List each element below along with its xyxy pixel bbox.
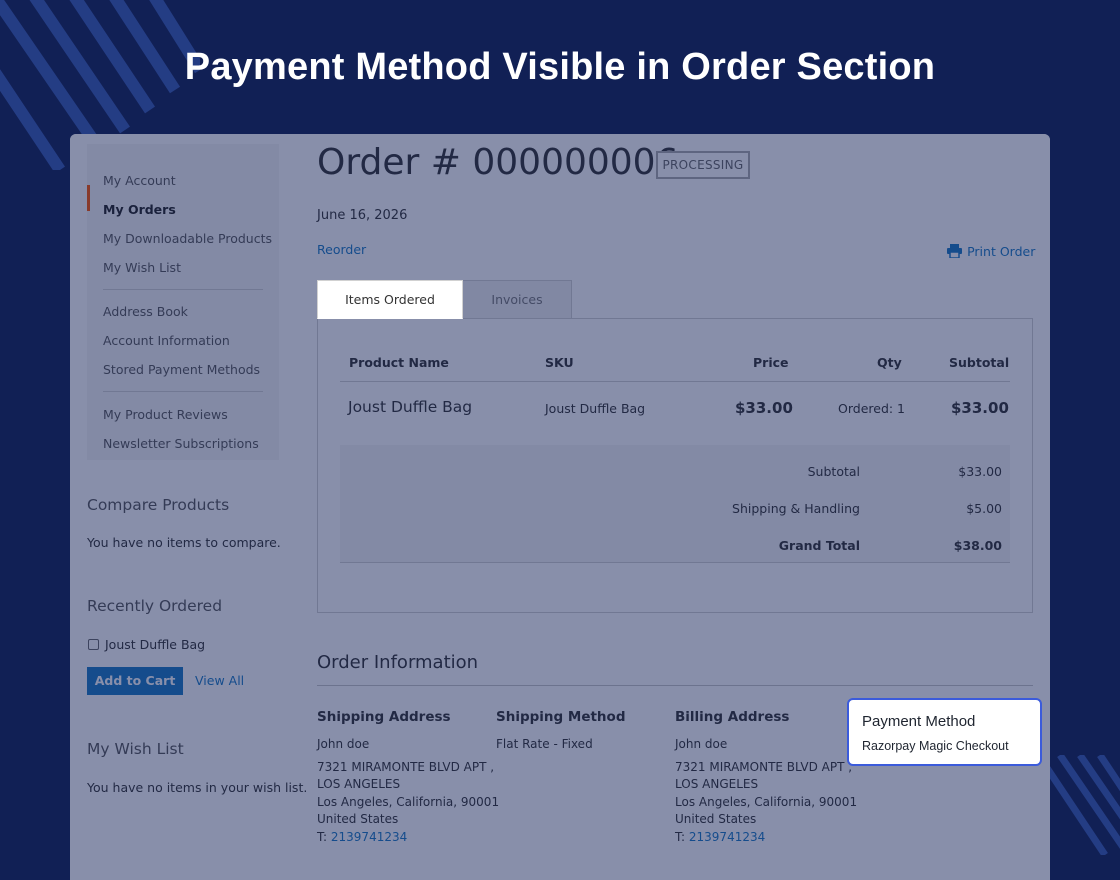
sidebar-item-my-orders[interactable]: My Orders	[103, 202, 176, 217]
account-navigation: My Account My Orders My Downloadable Pro…	[87, 144, 279, 460]
shipping-address-country: United States	[317, 812, 399, 826]
shipping-address-name: John doe	[317, 737, 370, 751]
shipping-address-city: Los Angeles, California, 90001	[317, 795, 500, 809]
order-page-panel: My Account My Orders My Downloadable Pro…	[70, 134, 1050, 880]
shipping-address-phone: T: 2139741234	[317, 830, 407, 844]
headline: Payment Method Visible in Order Section	[184, 46, 936, 88]
sidebar-item-wish-list[interactable]: My Wish List	[103, 260, 181, 275]
totals-subtotal-label: Subtotal	[807, 464, 860, 479]
item-product-name: Joust Duffle Bag	[348, 398, 473, 416]
sidebar-item-downloadable-products[interactable]: My Downloadable Products	[103, 231, 272, 246]
billing-address-phone: T: 2139741234	[675, 830, 765, 844]
table-header-divider	[340, 381, 1010, 382]
item-sku: Joust Duffle Bag	[545, 401, 646, 416]
wish-list-title: My Wish List	[87, 740, 184, 758]
column-header-subtotal: Subtotal	[949, 355, 1010, 370]
shipping-phone-link[interactable]: 2139741234	[331, 830, 407, 844]
billing-address-city: Los Angeles, California, 90001	[675, 795, 858, 809]
order-title: Order # 000000006	[317, 142, 679, 183]
totals-grand-value: $38.00	[953, 538, 1002, 553]
payment-method-value: Razorpay Magic Checkout	[862, 739, 1009, 753]
wish-list-empty-text: You have no items in your wish list.	[87, 780, 308, 795]
item-price: $33.00	[735, 399, 793, 417]
shipping-method-title: Shipping Method	[496, 709, 626, 725]
totals-grand-label: Grand Total	[778, 538, 860, 553]
print-order-link[interactable]: Print Order	[947, 241, 1035, 260]
billing-address-street1: 7321 MIRAMONTE BLVD APT ,	[675, 760, 853, 774]
recently-ordered-title: Recently Ordered	[87, 597, 223, 615]
column-header-sku: SKU	[545, 355, 574, 370]
phone-prefix: T:	[675, 830, 686, 844]
item-qty: Ordered: 1	[838, 401, 906, 416]
column-header-product-name: Product Name	[349, 355, 449, 370]
shipping-address-street1: 7321 MIRAMONTE BLVD APT ,	[317, 760, 495, 774]
column-header-qty: Qty	[877, 355, 902, 370]
active-nav-indicator	[87, 185, 90, 211]
shipping-address-street2: LOS ANGELES	[317, 777, 401, 791]
sidebar-item-newsletter-subscriptions[interactable]: Newsletter Subscriptions	[103, 436, 259, 451]
totals-subtotal-value: $33.00	[958, 464, 1002, 479]
decorative-stripes-bottom-right	[1045, 755, 1120, 855]
nav-divider	[103, 289, 263, 290]
tab-items-ordered[interactable]: Items Ordered	[317, 280, 463, 319]
billing-address-country: United States	[675, 812, 757, 826]
print-order-label: Print Order	[967, 244, 1036, 259]
tab-invoices[interactable]: Invoices	[462, 280, 572, 319]
shipping-address-title: Shipping Address	[317, 709, 451, 725]
sidebar-item-stored-payment-methods[interactable]: Stored Payment Methods	[103, 362, 260, 377]
nav-divider	[103, 391, 263, 392]
shipping-method-value: Flat Rate - Fixed	[496, 737, 593, 751]
compare-products-empty-text: You have no items to compare.	[87, 535, 281, 550]
order-information-title: Order Information	[317, 652, 479, 673]
item-subtotal: $33.00	[951, 399, 1009, 417]
billing-address-name: John doe	[675, 737, 728, 751]
payment-method-highlight: Payment Method Razorpay Magic Checkout	[847, 698, 1042, 766]
view-all-link[interactable]: View All	[195, 673, 244, 688]
sidebar-item-address-book[interactable]: Address Book	[103, 304, 188, 319]
totals-shipping-label: Shipping & Handling	[732, 501, 860, 516]
order-totals: Subtotal $33.00 Shipping & Handling $5.0…	[340, 445, 1010, 563]
sidebar-item-product-reviews[interactable]: My Product Reviews	[103, 407, 228, 422]
billing-address-street2: LOS ANGELES	[675, 777, 759, 791]
sidebar-item-my-account[interactable]: My Account	[103, 173, 176, 188]
printer-icon	[947, 244, 962, 259]
phone-prefix: T:	[317, 830, 328, 844]
reorder-link[interactable]: Reorder	[317, 242, 366, 257]
status-badge: PROCESSING	[656, 151, 750, 179]
billing-phone-link[interactable]: 2139741234	[689, 830, 765, 844]
sidebar-item-account-information[interactable]: Account Information	[103, 333, 230, 348]
column-header-price: Price	[753, 355, 789, 370]
compare-products-title: Compare Products	[87, 496, 230, 514]
add-to-cart-button[interactable]: Add to Cart	[87, 667, 183, 695]
recent-item-checkbox[interactable]	[88, 639, 99, 650]
order-information-divider	[317, 685, 1033, 686]
recent-item-name: Joust Duffle Bag	[105, 637, 206, 652]
payment-method-title: Payment Method	[862, 713, 976, 730]
totals-shipping-value: $5.00	[966, 501, 1002, 516]
order-date: June 16, 2026	[317, 208, 408, 223]
billing-address-title: Billing Address	[675, 709, 790, 725]
